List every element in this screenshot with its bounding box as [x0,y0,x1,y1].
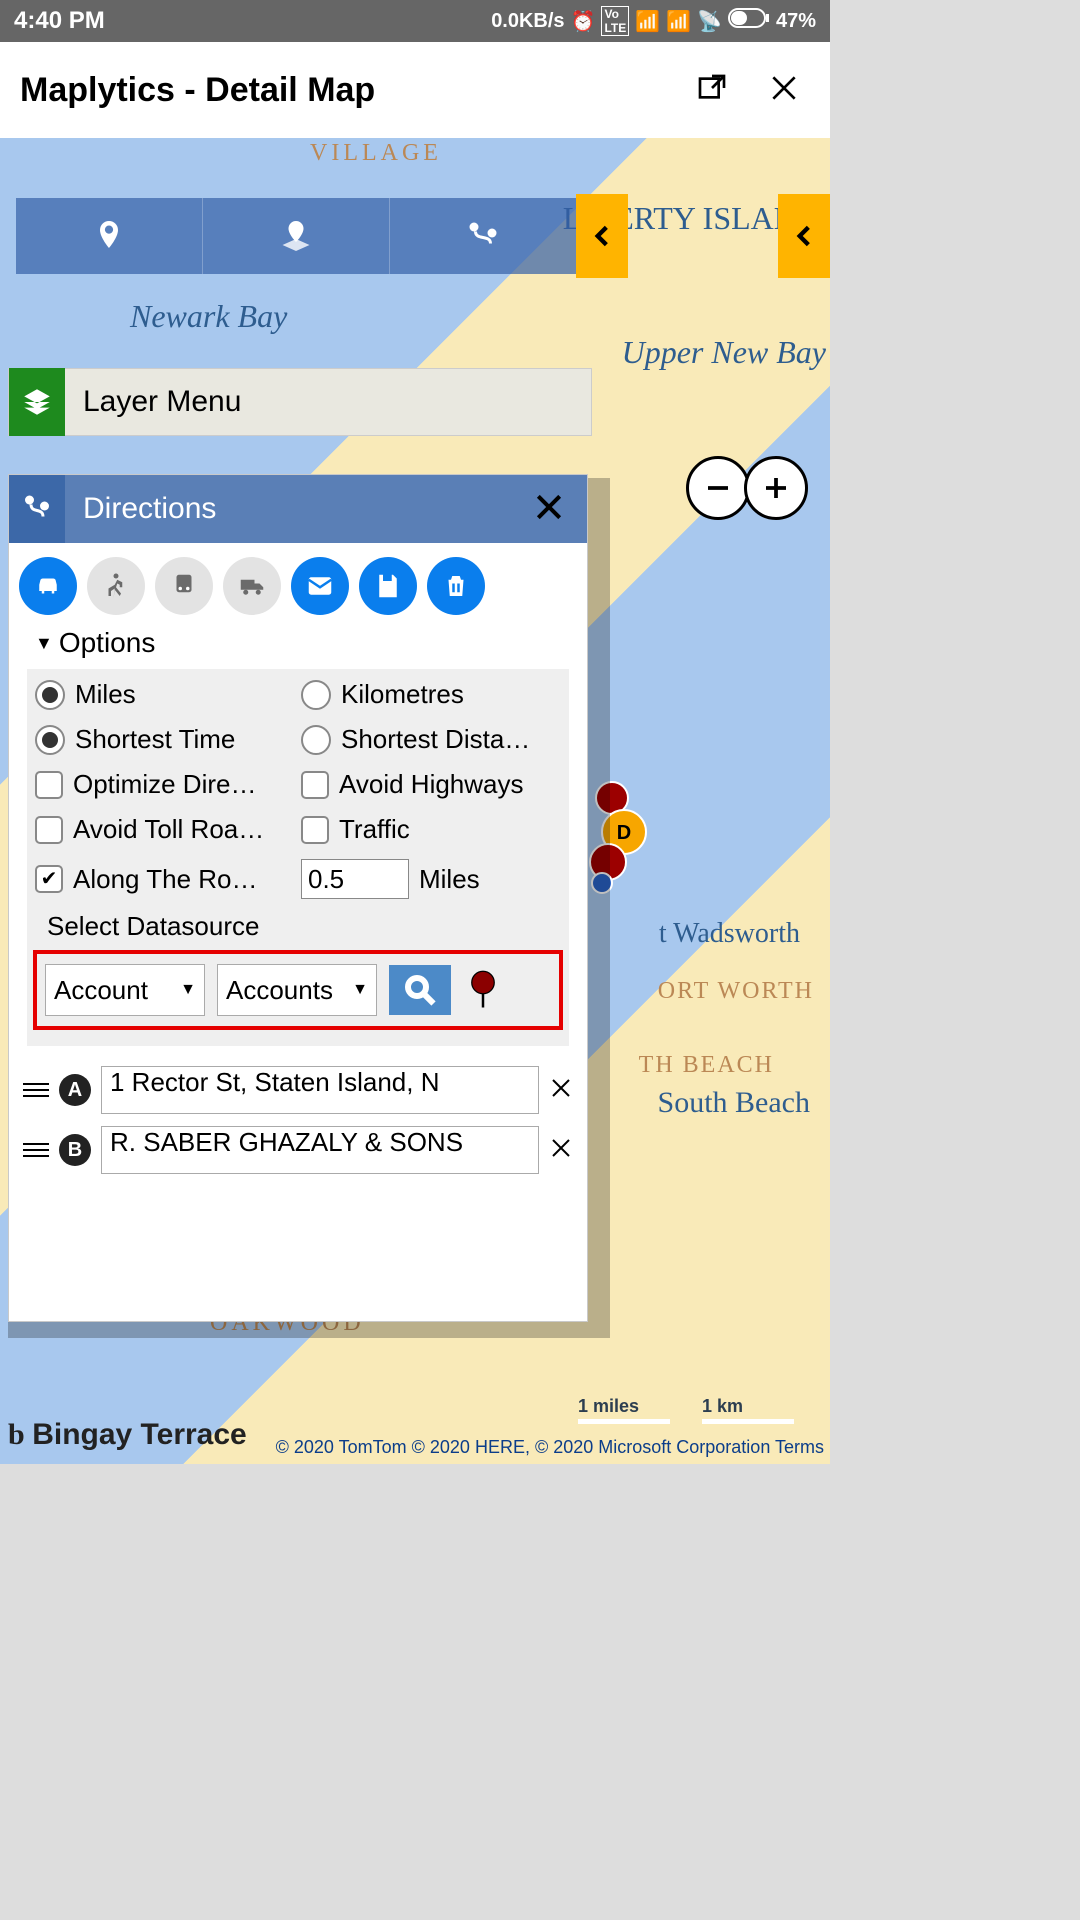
status-bar: 4:40 PM 0.0KB/s ⏰ VoLTE 📶 📶 📡 47% [0,0,830,42]
bing-logo: b Bingay Terrace [8,1418,247,1452]
svg-text:D: D [617,822,631,844]
options-toggle[interactable]: ▼ Options [9,621,587,667]
app-header: Maplytics - Detail Map [0,42,830,138]
layer-menu-title: Layer Menu [83,385,241,419]
layers-icon [9,368,65,436]
shortest-time-radio[interactable]: Shortest Time [35,724,295,755]
map-toolbar [16,198,576,274]
chevron-down-icon: ▼ [35,633,53,654]
scale-km: 1 km [702,1396,794,1424]
avoid-highways-checkbox[interactable]: Avoid Highways [301,769,561,800]
toolbar-pin-button[interactable] [16,198,202,274]
zoom-out-button[interactable] [686,456,750,520]
open-external-button[interactable] [696,72,728,109]
save-route-button[interactable] [359,557,417,615]
close-button[interactable] [768,72,800,109]
datasource-entity-select[interactable]: Account▼ [45,964,205,1016]
delete-route-button[interactable] [427,557,485,615]
toolbar-area-button[interactable] [202,198,389,274]
drag-handle-icon[interactable] [23,1077,49,1103]
map-label: t Wadsworth [659,918,800,950]
layer-menu[interactable]: Layer Menu [8,368,592,436]
status-traffic: 0.0KB/s [491,10,564,33]
scale-miles: 1 miles [578,1396,670,1424]
wifi-icon: 📡 [697,9,722,34]
alarm-icon: ⏰ [571,9,596,34]
status-battery: 47% [776,10,816,33]
datasource-view-select[interactable]: Accounts▼ [217,964,377,1016]
waypoint-row: B R. SABER GHAZALY & SONS [23,1126,573,1174]
map-label: Upper New Bay [622,334,826,371]
search-datasource-button[interactable] [389,965,451,1015]
shortest-distance-radio[interactable]: Shortest Dista… [301,724,561,755]
map-attribution[interactable]: © 2020 TomTom © 2020 HERE, © 2020 Micros… [276,1437,824,1458]
drag-handle-icon[interactable] [23,1137,49,1163]
clear-waypoint-button[interactable] [549,1076,573,1105]
zoom-in-button[interactable] [744,456,808,520]
datasource-label: Select Datasource [35,911,561,942]
mode-truck-button[interactable] [223,557,281,615]
email-route-button[interactable] [291,557,349,615]
along-route-radius: Miles [301,859,561,899]
signal-icon: 📶 [635,9,660,34]
mode-car-button[interactable] [19,557,77,615]
waypoint-row: A 1 Rector St, Staten Island, N [23,1066,573,1114]
waypoint-input[interactable]: R. SABER GHAZALY & SONS [101,1126,539,1174]
options-box: Miles Kilometres Shortest Time Shortest … [27,669,569,1046]
map-label: VILLAGE [310,140,442,167]
toolbar-route-button[interactable] [389,198,576,274]
mode-walk-button[interactable] [87,557,145,615]
along-route-checkbox[interactable]: Along The Ro… [35,859,295,899]
waypoint-badge: B [59,1134,91,1166]
waypoint-input[interactable]: 1 Rector St, Staten Island, N [101,1066,539,1114]
battery-icon [728,8,770,34]
unit-miles-radio[interactable]: Miles [35,679,295,710]
directions-panel: Directions ▼ Options Miles Kilometres Sh… [8,474,588,1322]
unit-km-radio[interactable]: Kilometres [301,679,561,710]
optimize-checkbox[interactable]: Optimize Dire… [35,769,295,800]
close-directions-button[interactable] [533,491,565,528]
signal2-icon: 📶 [666,9,691,34]
radius-unit: Miles [419,864,480,895]
exclude-pin-icon[interactable] [463,970,503,1010]
mode-transit-button[interactable] [155,557,213,615]
volte-icon: VoLTE [601,6,629,36]
map-label: Newark Bay [130,298,287,335]
directions-title: Directions [83,492,216,526]
options-label: Options [59,627,156,659]
radius-input[interactable] [301,859,409,899]
directions-icon [9,475,65,543]
map-label: TH BEACH [639,1052,774,1079]
waypoint-badge: A [59,1074,91,1106]
avoid-tolls-checkbox[interactable]: Avoid Toll Roa… [35,814,295,845]
side-panel-toggle-button[interactable] [778,194,830,278]
datasource-highlight: Account▼ Accounts▼ [33,950,563,1030]
status-right: 0.0KB/s ⏰ VoLTE 📶 📶 📡 47% [491,6,816,36]
page-title: Maplytics - Detail Map [20,71,375,110]
traffic-checkbox[interactable]: Traffic [301,814,561,845]
status-time: 4:40 PM [14,7,105,35]
map-label: ORT WORTH [658,978,814,1005]
clear-waypoint-button[interactable] [549,1136,573,1165]
map-canvas[interactable]: VILLAGE LIBERTY ISLAND Newark Bay Upper … [0,138,830,1464]
collapse-toolbar-button[interactable] [576,194,628,278]
map-label: South Beach [658,1086,810,1120]
